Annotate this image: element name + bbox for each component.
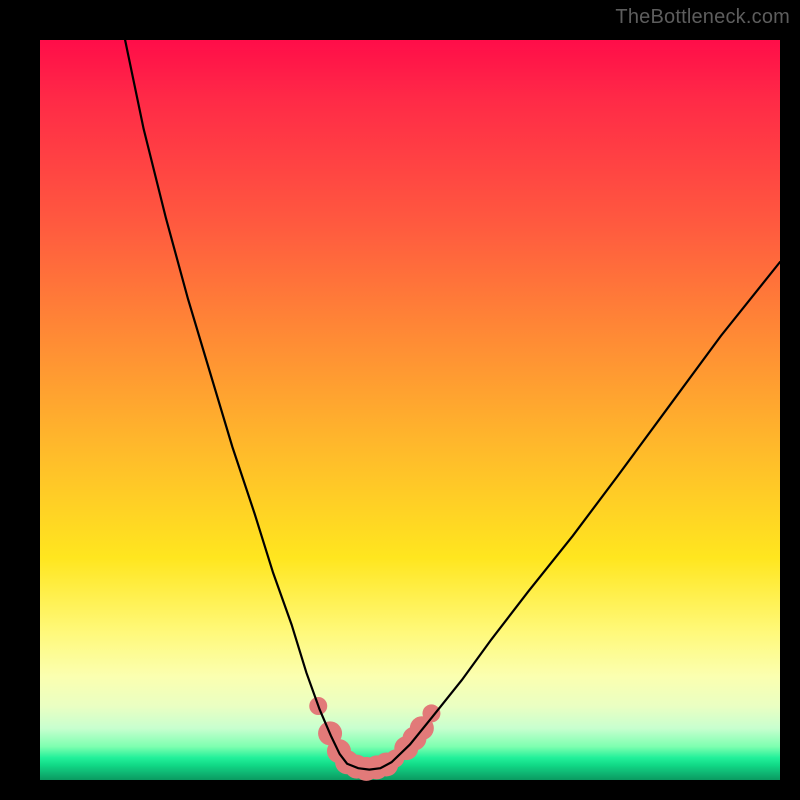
watermark-text: TheBottleneck.com bbox=[615, 6, 790, 29]
chart-frame: TheBottleneck.com bbox=[0, 0, 800, 800]
bottleneck-curve bbox=[125, 40, 780, 770]
chart-svg bbox=[40, 40, 780, 780]
plot-area bbox=[40, 40, 780, 780]
